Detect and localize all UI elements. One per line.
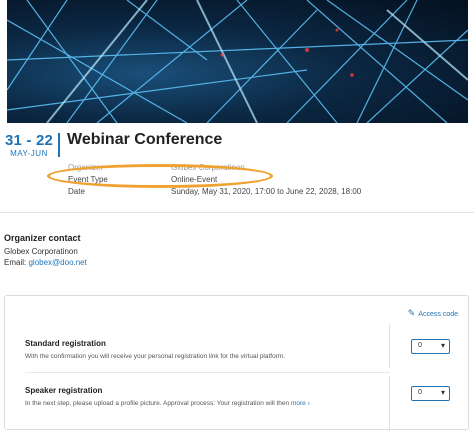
standard-registration-description: With the confirmation you will receive y…	[25, 353, 286, 360]
highlight-oval	[47, 164, 273, 188]
event-banner-image	[7, 0, 468, 123]
registration-row-separator	[25, 372, 390, 373]
page-title: Webinar Conference	[67, 131, 223, 148]
email-label: Email:	[4, 258, 27, 267]
access-code-link[interactable]: ✎ Access code	[408, 308, 458, 319]
event-date-months: MAY-JUN	[10, 149, 48, 158]
organizer-contact-email-row: Email: globex@doo.net	[4, 258, 87, 267]
registration-panel: ✎ Access code Standard registration With …	[4, 295, 469, 431]
organizer-contact-heading: Organizer contact	[4, 233, 81, 243]
email-link[interactable]: globex@doo.net	[28, 258, 86, 267]
standard-registration-title: Standard registration	[25, 339, 106, 348]
organizer-contact-name: Globex Corporatinon	[4, 247, 78, 256]
speaker-registration-quantity-select[interactable]: 0 ▾	[411, 386, 450, 401]
access-code-label: Access code	[418, 311, 458, 318]
chevron-down-icon: ▾	[440, 341, 445, 350]
chevron-down-icon: ▾	[440, 388, 445, 397]
quantity-value: 0	[418, 389, 422, 396]
quantity-value: 0	[418, 342, 422, 349]
speaker-registration-divider	[389, 376, 390, 431]
standard-registration-divider	[389, 324, 390, 368]
date-label: Date	[68, 187, 85, 196]
speaker-registration-title: Speaker registration	[25, 386, 103, 395]
title-divider	[58, 133, 60, 157]
section-divider	[0, 212, 474, 213]
speaker-registration-description: In the next step, please upload a profil…	[25, 400, 290, 407]
date-value: Sunday, May 31, 2020, 17:00 to June 22, …	[171, 187, 362, 196]
network-lines-graphic	[7, 0, 468, 123]
standard-registration-quantity-select[interactable]: 0 ▾	[411, 339, 450, 354]
pencil-icon: ✎	[407, 308, 416, 318]
event-date-badge: 31 - 22 MAY-JUN	[4, 132, 54, 159]
more-link[interactable]: more ›	[291, 400, 310, 407]
event-date-range: 31 - 22	[4, 132, 54, 149]
speaker-registration-description-row: In the next step, please upload a profil…	[25, 400, 310, 407]
